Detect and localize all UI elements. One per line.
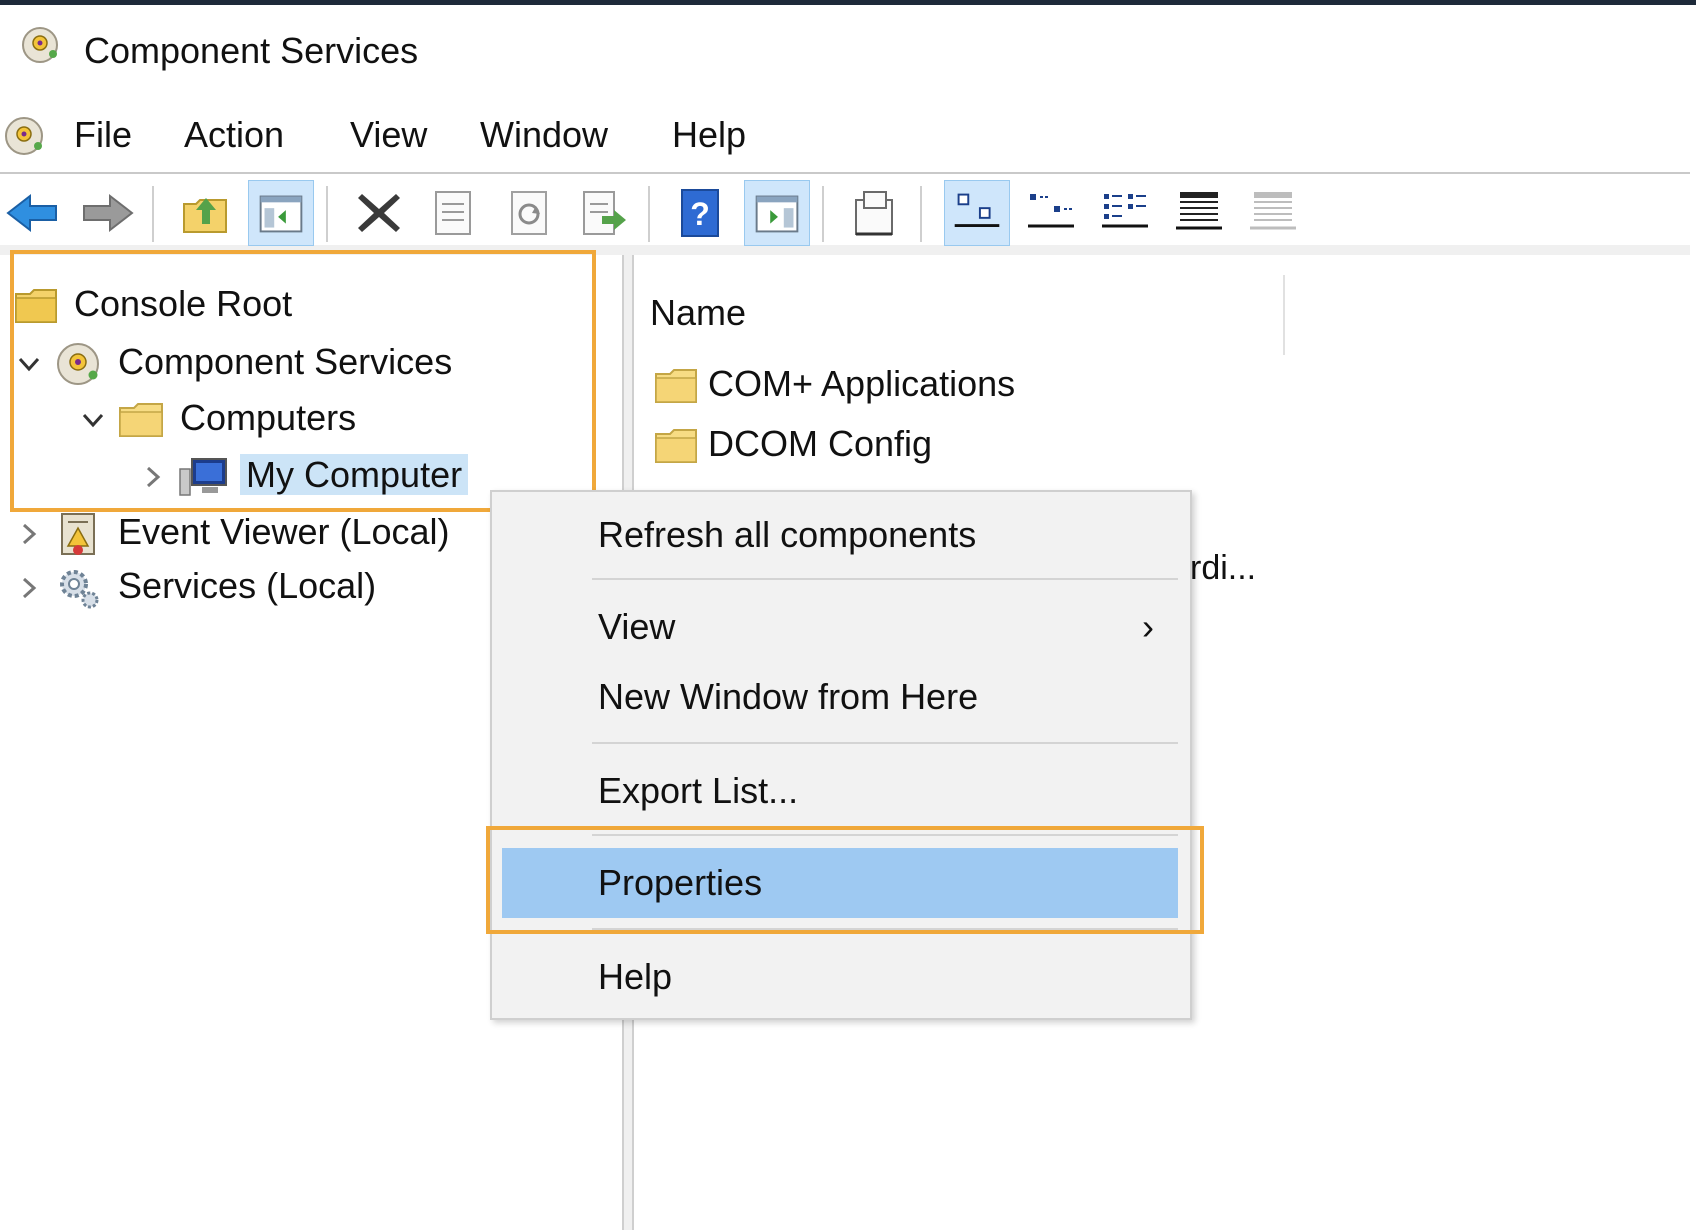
toolbar-separator [648,186,650,242]
delete-icon[interactable] [346,180,412,246]
tree-label: Services (Local) [118,565,377,606]
folder-icon [119,403,164,438]
context-menu: Refresh all components View › New Window… [490,490,1192,1020]
list-item-label: DCOM Config [708,423,933,464]
menu-separator [592,928,1178,930]
toolbar-separator [920,186,922,242]
menu-help[interactable]: Help [668,114,750,156]
menu-separator [592,578,1178,580]
list-view-icon[interactable] [1092,180,1158,246]
services-gear-icon [60,570,99,609]
folder-icon [655,369,697,404]
show-hide-console-tree-icon[interactable] [248,180,314,246]
chevron-down-icon[interactable] [78,405,108,435]
menu-separator [592,834,1178,836]
window-title: Component Services [84,30,419,71]
computer-icon [179,458,228,497]
column-divider[interactable] [1283,275,1285,355]
show-hide-action-pane-icon[interactable] [744,180,810,246]
tree-label: Event Viewer (Local) [118,511,450,552]
toolbar-separator [822,186,824,242]
component-services-icon [22,27,58,63]
up-folder-icon[interactable] [172,180,238,246]
svg-text:?: ? [690,196,710,232]
system-menu-icon[interactable] [2,114,46,158]
properties-icon[interactable] [420,180,486,246]
large-icons-view-icon[interactable] [944,180,1010,246]
submenu-arrow-icon: › [1142,606,1154,647]
new-window-icon[interactable] [842,180,908,246]
event-viewer-icon [61,513,96,556]
list-item-label: COM+ Applications [708,363,1016,404]
tree-label: Component Services [118,341,453,382]
context-item-refresh-all-components[interactable]: Refresh all components [502,500,1178,570]
column-header-name[interactable]: Name [650,292,746,334]
tree-item-component-services[interactable]: Component Services [14,336,458,388]
context-item-new-window-from-here[interactable]: New Window from Here [502,662,1178,732]
menu-window[interactable]: Window [476,114,612,156]
status-view-icon[interactable] [1240,180,1306,246]
export-list-icon[interactable] [570,180,636,246]
menu-view[interactable]: View [346,114,431,156]
menu-separator [592,742,1178,744]
context-item-help[interactable]: Help [502,942,1178,1012]
chevron-down-icon[interactable] [14,349,44,379]
list-item-com-applications[interactable]: COM+ Applications [654,358,1015,410]
refresh-icon[interactable] [496,180,562,246]
forward-arrow-icon[interactable] [74,180,140,246]
help-icon[interactable]: ? [668,180,734,246]
tree-label: Console Root [74,283,293,324]
tree-item-computers[interactable]: Computers [78,392,362,444]
tree-label: My Computer [240,454,469,495]
folder-icon [655,429,697,464]
folder-icon [15,289,57,324]
tree-item-console-root[interactable]: Console Root [14,278,298,330]
toolbar-separator [152,186,154,242]
context-item-properties[interactable]: Properties [502,848,1178,918]
chevron-right-icon[interactable] [138,462,168,492]
component-services-icon [57,343,100,386]
tree-item-event-viewer[interactable]: Event Viewer (Local) [14,506,456,558]
context-item-label: View [598,606,676,647]
tree-label: Computers [180,397,357,438]
context-item-view[interactable]: View › [502,592,1178,662]
tree-item-my-computer[interactable]: My Computer [138,449,469,501]
menu-file[interactable]: File [70,114,136,156]
context-item-export-list[interactable]: Export List... [502,756,1178,826]
tree-item-services[interactable]: Services (Local) [14,560,382,612]
chevron-right-icon[interactable] [14,519,44,549]
toolbar-separator [326,186,328,242]
small-icons-view-icon[interactable] [1018,180,1084,246]
list-item-dcom-config[interactable]: DCOM Config [654,418,932,470]
back-arrow-icon[interactable] [0,180,66,246]
detail-view-icon[interactable] [1166,180,1232,246]
menu-action[interactable]: Action [180,114,288,156]
list-item-partial-text: rdi... [1190,549,1257,587]
chevron-right-icon[interactable] [14,573,44,603]
